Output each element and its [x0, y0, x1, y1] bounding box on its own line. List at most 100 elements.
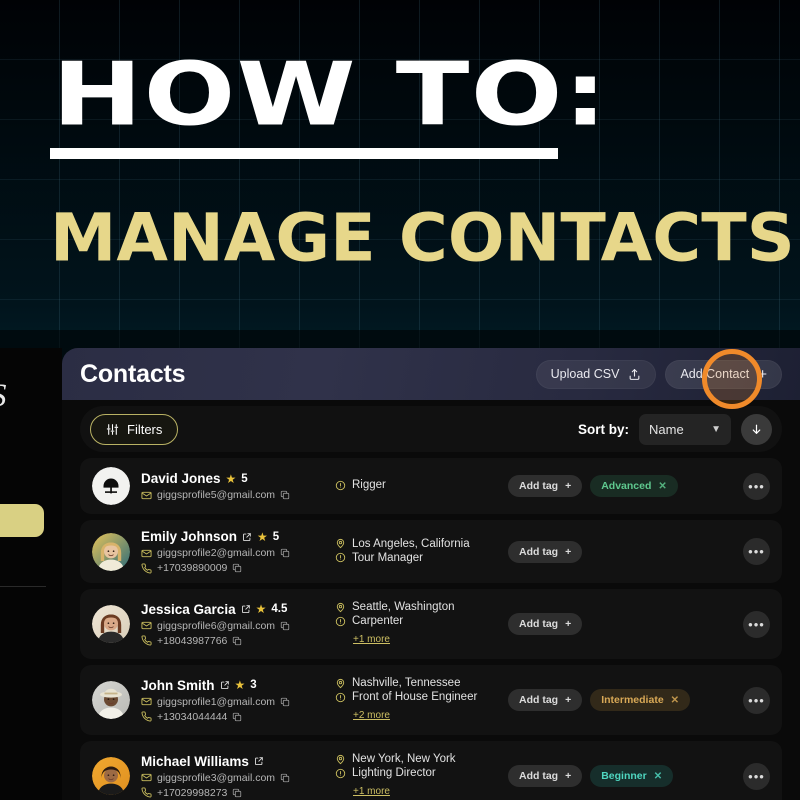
contact-email: giggsprofile3@gmail.com — [157, 771, 276, 784]
show-more-link[interactable]: +1 more — [353, 634, 390, 645]
contact-role: Rigger — [352, 479, 386, 491]
copy-icon[interactable] — [232, 712, 242, 722]
star-icon: ★ — [255, 602, 267, 616]
close-icon[interactable]: ✕ — [671, 695, 679, 706]
row-menu-button[interactable]: ••• — [743, 538, 770, 565]
contact-rating: 3 — [250, 679, 257, 691]
contact-identity: Emily Johnson ★ 5 giggsprofile2@gmail.com +1… — [141, 529, 335, 574]
close-icon[interactable]: ✕ — [654, 771, 662, 782]
contact-name-line: John Smith ★ 3 — [141, 678, 335, 693]
contact-phone: +17029998273 — [157, 786, 228, 799]
contact-name-line: David Jones ★ 5 — [141, 471, 335, 486]
show-more-link[interactable]: +2 more — [353, 710, 390, 721]
contact-rating: 5 — [241, 472, 248, 485]
chevron-down-icon: ▼ — [711, 423, 721, 435]
contact-row[interactable]: Michael Williams giggsprofile3@gmail.com +… — [80, 741, 782, 800]
contact-name: Jessica Garcia — [141, 601, 236, 617]
contact-email: giggsprofile2@gmail.com — [157, 547, 276, 559]
star-icon: ★ — [257, 529, 268, 544]
copy-icon[interactable] — [280, 490, 290, 500]
sort-select-value: Name — [649, 421, 684, 437]
contact-name-line: Michael Williams — [141, 754, 335, 769]
external-link-icon[interactable] — [241, 604, 251, 614]
filters-button[interactable]: Filters — [90, 413, 179, 445]
sort-select[interactable]: Name ▼ — [639, 413, 731, 445]
info-circle-icon — [335, 480, 346, 491]
copy-icon[interactable] — [232, 788, 242, 798]
contact-row[interactable]: Emily Johnson ★ 5 giggsprofile2@gmail.com +1… — [80, 520, 782, 583]
sort-direction-button[interactable] — [741, 413, 772, 445]
add-contact-label: Add Contact — [680, 367, 750, 381]
external-link-icon[interactable] — [220, 680, 230, 690]
mail-icon — [141, 490, 152, 501]
contact-tag-badge[interactable]: Intermediate ✕ — [590, 689, 691, 711]
add-tag-button[interactable]: Add tag + — [508, 475, 583, 497]
row-menu-button[interactable]: ••• — [743, 762, 770, 790]
close-icon[interactable]: ✕ — [658, 481, 666, 492]
contact-location: New York, New York — [352, 753, 456, 765]
upload-csv-label: Upload CSV — [550, 367, 620, 381]
avatar — [92, 757, 130, 795]
contact-info: Seattle, Washington Carpenter +1 more — [335, 601, 500, 647]
contact-info: Rigger — [335, 479, 500, 493]
add-tag-button[interactable]: Add tag + — [508, 540, 583, 563]
phone-icon — [141, 635, 152, 646]
contact-identity: David Jones ★ 5 giggsprofile5@gmail.com — [141, 471, 335, 501]
contact-tag-label: Intermediate — [601, 694, 664, 706]
contact-phone: +17039890009 — [157, 562, 228, 574]
plus-icon: + — [565, 545, 572, 558]
avatar — [92, 467, 130, 505]
row-menu-button[interactable]: ••• — [743, 686, 770, 714]
contact-location-line: Los Angeles, California — [335, 538, 500, 550]
page-title: Contacts — [80, 359, 186, 388]
copy-icon[interactable] — [280, 548, 290, 558]
add-tag-button[interactable]: Add tag + — [508, 765, 583, 787]
avatar — [92, 605, 130, 643]
contact-phone: +18043987766 — [157, 634, 228, 647]
hero-headline-wrap: MANAGE CONTACTS — [50, 205, 795, 271]
contact-row[interactable]: Jessica Garcia ★ 4.5 giggsprofile6@gmail.co… — [80, 589, 782, 659]
contact-email-line: giggsprofile1@gmail.com — [141, 696, 335, 708]
contact-tags: Add tag + Intermediate ✕ — [500, 689, 743, 711]
avatar — [92, 532, 130, 571]
contact-tag-badge[interactable]: Advanced ✕ — [590, 475, 678, 497]
plus-icon: + — [565, 770, 572, 782]
contact-name-line: Emily Johnson ★ 5 — [141, 529, 335, 544]
contact-location: Los Angeles, California — [352, 537, 470, 550]
copy-icon[interactable] — [232, 636, 242, 646]
contact-location-line: Seattle, Washington — [335, 601, 500, 613]
contact-row[interactable]: David Jones ★ 5 giggsprofile5@gmail.com Rigg… — [80, 458, 782, 514]
row-menu-button[interactable]: ••• — [743, 610, 770, 638]
add-tag-button[interactable]: Add tag + — [508, 689, 583, 711]
add-tag-label: Add tag — [519, 618, 559, 630]
add-contact-button[interactable]: Add Contact + — [665, 359, 782, 389]
external-link-icon[interactable] — [254, 756, 264, 766]
contact-row[interactable]: John Smith ★ 3 giggsprofile1@gmail.com +1303… — [80, 665, 782, 735]
sort-by-label: Sort by: — [577, 421, 629, 437]
upload-csv-button[interactable]: Upload CSV — [535, 359, 657, 389]
contact-phone-line: +18043987766 — [141, 635, 335, 647]
contact-email: giggsprofile6@gmail.com — [157, 619, 276, 632]
mail-icon — [141, 620, 152, 631]
hero-underline-rule — [50, 148, 558, 159]
contact-identity: Michael Williams giggsprofile3@gmail.com +… — [141, 754, 335, 799]
copy-icon[interactable] — [280, 697, 290, 707]
avatar — [92, 681, 130, 719]
contact-phone: +13034044444 — [157, 710, 228, 723]
show-more-link[interactable]: +1 more — [353, 786, 390, 797]
contact-identity: John Smith ★ 3 giggsprofile1@gmail.com +1303… — [141, 678, 335, 723]
copy-icon[interactable] — [232, 563, 242, 573]
plus-icon: + — [565, 694, 572, 706]
copy-icon[interactable] — [280, 773, 290, 783]
contact-name: John Smith — [141, 677, 215, 693]
add-tag-button[interactable]: Add tag + — [508, 613, 583, 635]
contacts-list: David Jones ★ 5 giggsprofile5@gmail.com Rigg… — [80, 458, 782, 800]
row-menu-button[interactable]: ••• — [743, 472, 770, 500]
plus-icon: + — [565, 618, 572, 630]
sliver-divider — [0, 586, 46, 587]
contact-tag-badge[interactable]: Beginner ✕ — [590, 765, 674, 787]
star-icon: ★ — [225, 471, 237, 486]
external-link-icon[interactable] — [242, 532, 252, 542]
phone-icon — [141, 711, 152, 722]
copy-icon[interactable] — [280, 621, 290, 631]
